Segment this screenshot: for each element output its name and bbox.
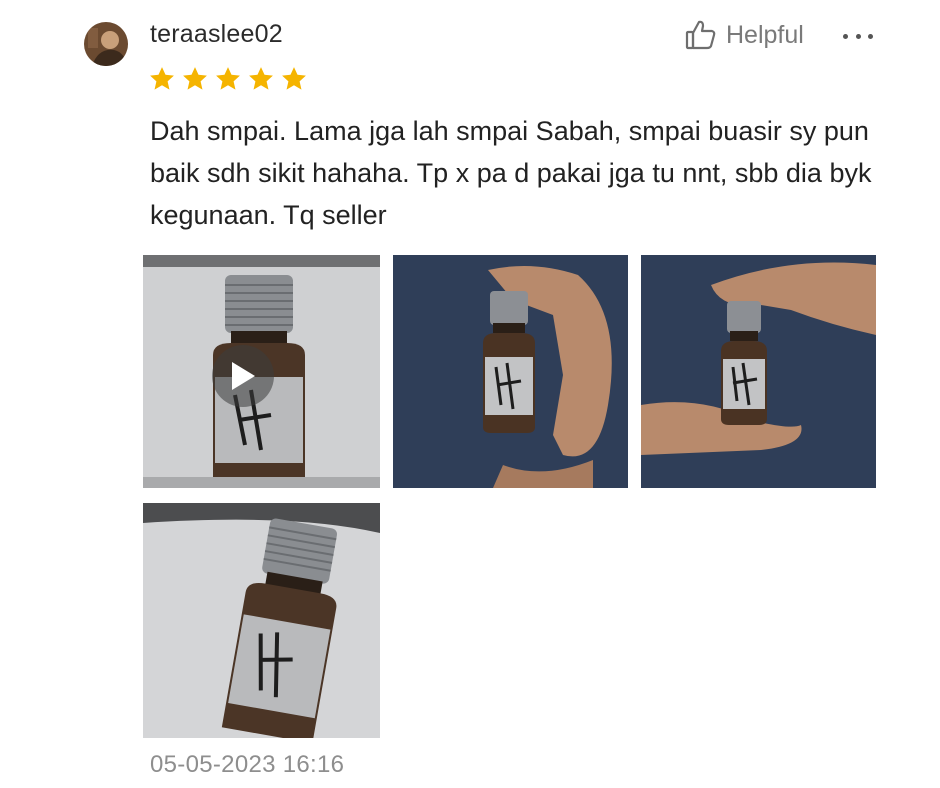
media-thumbnail-video[interactable] bbox=[143, 255, 380, 488]
star-icon bbox=[249, 67, 273, 90]
star-icon bbox=[183, 67, 207, 90]
media-thumbnail-photo[interactable] bbox=[641, 255, 876, 488]
helpful-button[interactable]: Helpful bbox=[684, 18, 804, 52]
avatar[interactable] bbox=[84, 22, 128, 66]
media-thumbnail-photo[interactable] bbox=[143, 503, 380, 738]
more-options-button[interactable] bbox=[843, 24, 873, 48]
more-dot bbox=[843, 33, 848, 39]
star-icon bbox=[282, 67, 306, 90]
star-icon bbox=[216, 67, 240, 90]
review-text: Dah smpai. Lama jga lah smpai Sabah, smp… bbox=[150, 116, 872, 230]
star-icon bbox=[150, 67, 174, 90]
media-thumbnail-photo[interactable] bbox=[393, 255, 628, 488]
review-timestamp: 05-05-2023 16:16 bbox=[150, 751, 345, 778]
play-button[interactable] bbox=[212, 345, 274, 407]
username[interactable]: teraaslee02 bbox=[150, 20, 283, 49]
more-dot bbox=[868, 33, 873, 39]
thumbs-up-icon bbox=[684, 18, 718, 52]
more-dot bbox=[855, 33, 861, 39]
star-rating bbox=[148, 65, 308, 93]
helpful-label: Helpful bbox=[726, 20, 804, 49]
play-icon bbox=[232, 362, 255, 390]
